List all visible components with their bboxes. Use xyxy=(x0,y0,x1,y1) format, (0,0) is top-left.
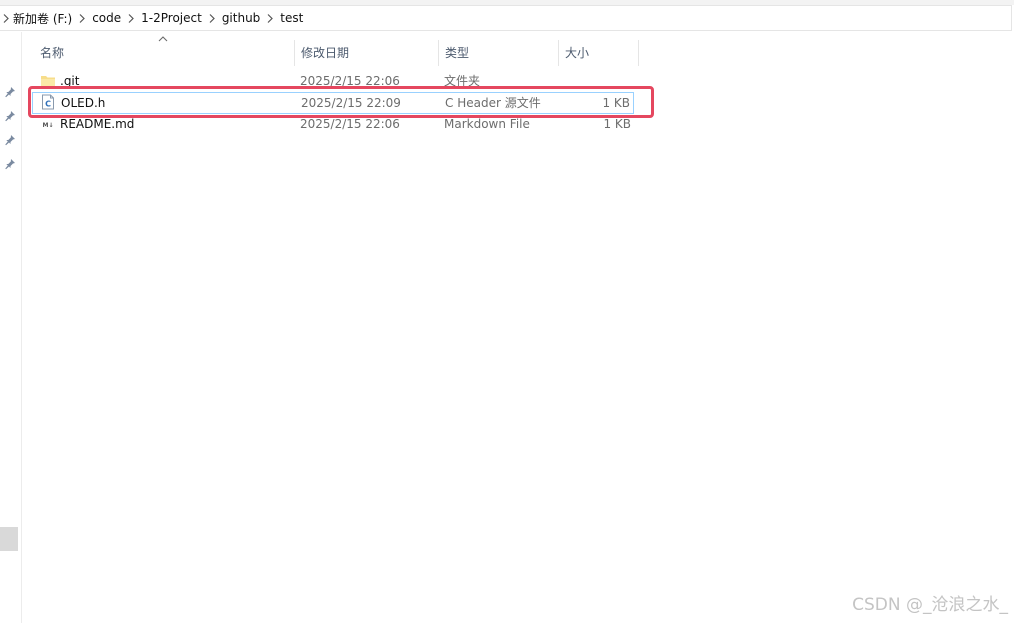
watermark: CSDN @_沧浪之水_ xyxy=(852,595,1008,615)
chevron-right-icon[interactable] xyxy=(73,5,91,31)
highlight-annotation-box xyxy=(28,86,654,118)
pin-icon[interactable] xyxy=(4,86,16,98)
chevron-right-icon[interactable] xyxy=(261,5,279,31)
chevron-right-icon[interactable] xyxy=(0,5,12,31)
column-header-type[interactable]: 类型 xyxy=(439,38,558,66)
address-bar[interactable]: 新加卷 (F:) code 1-2Project github test xyxy=(0,5,1012,31)
breadcrumb-item-test[interactable]: test xyxy=(279,11,304,25)
markdown-file-icon: M↓ xyxy=(40,116,56,132)
chevron-right-icon[interactable] xyxy=(122,5,140,31)
breadcrumb-item-drive[interactable]: 新加卷 (F:) xyxy=(12,10,73,27)
breadcrumb-item-code[interactable]: code xyxy=(91,11,122,25)
pin-icon[interactable] xyxy=(4,158,16,170)
column-header-size[interactable]: 大小 xyxy=(559,38,638,66)
chevron-right-icon[interactable] xyxy=(203,5,221,31)
pin-icon[interactable] xyxy=(4,134,16,146)
navigation-pane[interactable] xyxy=(0,32,22,623)
breadcrumb-item-project[interactable]: 1-2Project xyxy=(140,11,203,25)
svg-text:M↓: M↓ xyxy=(43,122,54,129)
column-header-name[interactable]: 名称 xyxy=(34,38,294,66)
breadcrumb-item-github[interactable]: github xyxy=(221,11,261,25)
column-header-date[interactable]: 修改日期 xyxy=(295,38,438,66)
column-headers: 名称 修改日期 类型 大小 xyxy=(22,36,642,66)
nav-scroll-thumb[interactable] xyxy=(0,527,18,551)
column-divider[interactable] xyxy=(638,40,639,66)
pin-icon[interactable] xyxy=(4,110,16,122)
